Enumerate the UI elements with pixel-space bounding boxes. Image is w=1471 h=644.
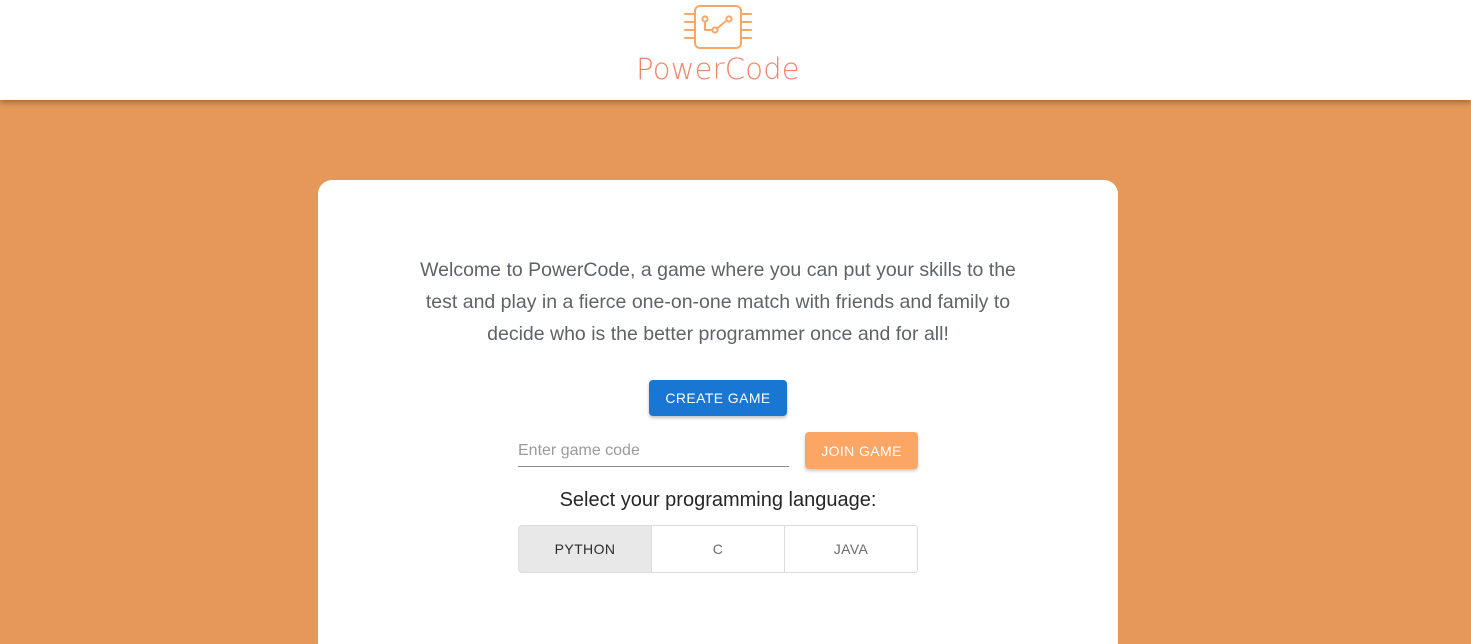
circuit-chip-icon: [684, 5, 752, 49]
language-toggle-group: PYTHON C JAVA: [518, 525, 918, 573]
create-game-button[interactable]: CREATE GAME: [649, 380, 787, 416]
language-option-c[interactable]: C: [652, 526, 785, 572]
welcome-line: decide who is the better programmer once…: [487, 323, 949, 345]
app-header: PowerCode: [0, 0, 1471, 100]
brand-name: PowerCode: [636, 52, 800, 86]
language-prompt: Select your programming language:: [559, 489, 877, 511]
game-code-field[interactable]: [518, 436, 789, 467]
welcome-line: Welcome to PowerCode, a game where you c…: [420, 259, 1016, 281]
welcome-text: Welcome to PowerCode, a game where you c…: [0, 254, 1436, 350]
game-code-input[interactable]: [518, 436, 789, 466]
language-option-python[interactable]: PYTHON: [519, 526, 652, 572]
language-option-java[interactable]: JAVA: [785, 526, 917, 572]
join-game-button[interactable]: JOIN GAME: [805, 432, 918, 469]
brand-logo[interactable]: PowerCode: [0, 0, 1471, 100]
welcome-line: test and play in a fierce one-on-one mat…: [425, 291, 1011, 313]
